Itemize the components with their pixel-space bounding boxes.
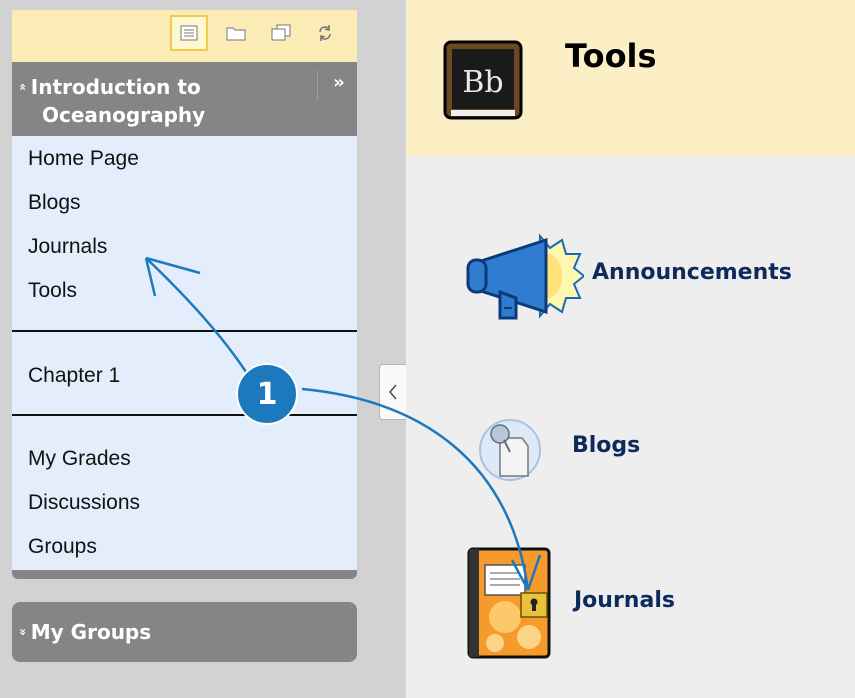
course-menu-panel: «Introduction to Oceanography » Home Pag…: [0, 0, 406, 698]
page-header: Bb Tools: [406, 0, 855, 156]
menu-item-blogs[interactable]: Blogs: [28, 191, 81, 215]
my-groups-text: My Groups: [30, 620, 152, 644]
menu-item-chapter-1[interactable]: Chapter 1: [28, 364, 120, 388]
menu-item-groups[interactable]: Groups: [28, 535, 97, 559]
course-title-line2: Oceanography: [42, 103, 206, 127]
folder-view-icon: [226, 27, 246, 41]
collapse-chevron-icon: «: [15, 83, 30, 91]
course-menu-header[interactable]: «Introduction to Oceanography »: [12, 62, 357, 136]
expand-menu-button[interactable]: »: [328, 72, 350, 94]
callout-badge: 1: [236, 363, 298, 425]
course-title[interactable]: «Introduction to Oceanography: [16, 73, 319, 129]
menu-divider: [12, 330, 357, 332]
menu-divider: [12, 414, 357, 416]
blog-pin-icon[interactable]: [478, 418, 546, 484]
collapse-menu-tab[interactable]: [379, 364, 406, 420]
megaphone-icon[interactable]: [466, 230, 584, 322]
chevron-left-icon: [388, 384, 397, 400]
blackboard-logo-icon: Bb: [443, 40, 523, 120]
list-view-button[interactable]: [170, 15, 208, 51]
course-title-line1: Introduction to: [30, 75, 201, 99]
refresh-button[interactable]: [306, 15, 344, 51]
course-menu-footer: [12, 570, 357, 579]
my-groups-panel[interactable]: »My Groups: [12, 602, 357, 662]
menu-item-discussions[interactable]: Discussions: [28, 491, 140, 515]
menu-item-my-grades[interactable]: My Grades: [28, 447, 131, 471]
menu-item-journals[interactable]: Journals: [28, 235, 107, 259]
expand-chevron-icon: »: [15, 628, 30, 636]
menu-item-home-page[interactable]: Home Page: [28, 147, 139, 171]
logo-text: Bb: [462, 65, 503, 100]
list-view-icon: [180, 25, 198, 41]
announcements-link[interactable]: Announcements: [592, 260, 792, 285]
journal-book-icon[interactable]: [465, 547, 553, 661]
menu-item-tools[interactable]: Tools: [28, 279, 77, 303]
refresh-icon: [319, 25, 331, 41]
new-window-icon: [271, 24, 291, 41]
blogs-link[interactable]: Blogs: [572, 433, 640, 458]
new-window-button[interactable]: [262, 15, 300, 51]
my-groups-label[interactable]: »My Groups: [16, 619, 152, 645]
folder-view-button[interactable]: [217, 15, 255, 51]
course-menu-body: Home Page Blogs Journals Tools Chapter 1…: [12, 136, 357, 570]
page-title: Tools: [565, 37, 657, 75]
menu-toolbar: [12, 10, 357, 62]
header-divider: [317, 70, 318, 100]
journals-link[interactable]: Journals: [574, 588, 675, 613]
